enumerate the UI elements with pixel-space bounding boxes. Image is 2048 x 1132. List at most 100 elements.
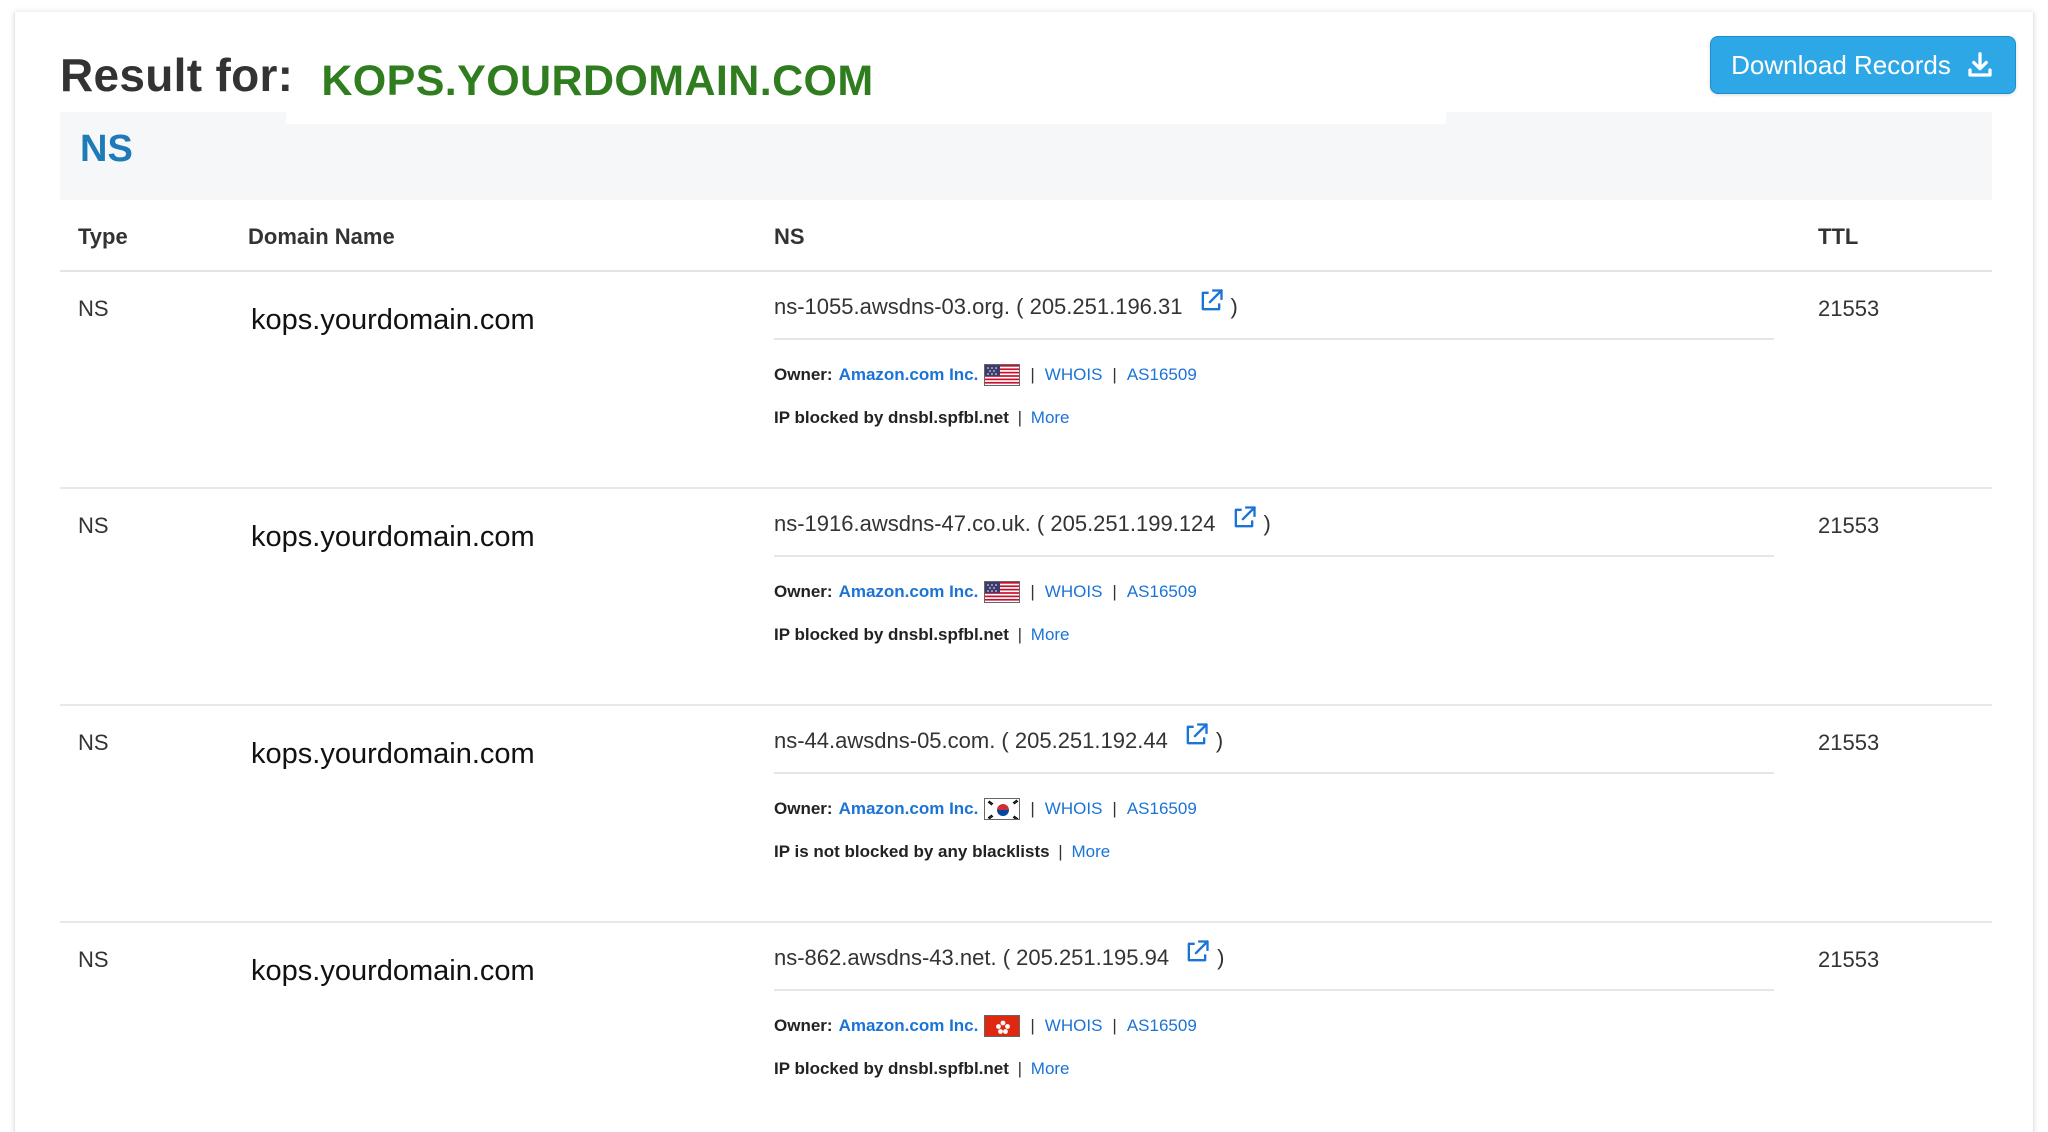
owner-line: Owner: Amazon.com Inc. | WHOIS | AS16509 bbox=[774, 581, 1774, 603]
table-row: NS kops.yourdomain.com ns-862.awsdns-43.… bbox=[60, 923, 1992, 1132]
separator: | bbox=[1112, 799, 1117, 818]
column-header-ttl: TTL bbox=[1818, 224, 1859, 249]
separator: | bbox=[1112, 582, 1117, 601]
as-link[interactable]: AS16509 bbox=[1127, 799, 1197, 819]
ns-value-line: ns-862.awsdns-43.net. ( 205.251.195.94 ) bbox=[774, 939, 1774, 977]
column-header-ns: NS bbox=[774, 224, 805, 249]
external-link-icon[interactable] bbox=[1230, 504, 1258, 532]
whois-link[interactable]: WHOIS bbox=[1045, 799, 1103, 819]
more-link[interactable]: More bbox=[1031, 408, 1070, 427]
blacklist-status: IP blocked by dnsbl.spfbl.net | More bbox=[774, 408, 1774, 428]
ns-details: ns-1055.awsdns-03.org. ( 205.251.196.31 … bbox=[774, 288, 1774, 428]
ns-value-line: ns-1055.awsdns-03.org. ( 205.251.196.31 … bbox=[774, 288, 1774, 326]
separator: | bbox=[1030, 365, 1035, 384]
table-row: NS kops.yourdomain.com ns-1055.awsdns-03… bbox=[60, 272, 1992, 489]
owner-line: Owner: Amazon.com Inc. | WHOIS | AS16509 bbox=[774, 798, 1774, 820]
record-type: NS bbox=[78, 947, 109, 972]
separator: | bbox=[1030, 582, 1035, 601]
section-title: NS bbox=[80, 128, 133, 170]
ns-close-paren: ) bbox=[1215, 728, 1224, 753]
kr-flag-icon bbox=[984, 798, 1021, 820]
record-ttl: 21553 bbox=[1818, 296, 1880, 321]
table-row: NS kops.yourdomain.com ns-44.awsdns-05.c… bbox=[60, 706, 1992, 923]
ns-close-paren: ) bbox=[1217, 945, 1225, 970]
separator: | bbox=[1112, 1016, 1117, 1035]
download-records-button[interactable]: Download Records bbox=[1710, 36, 2016, 94]
ns-details: ns-44.awsdns-05.com. ( 205.251.192.44 ) … bbox=[774, 722, 1774, 862]
record-domain: kops.yourdomain.com bbox=[251, 304, 535, 336]
record-domain: kops.yourdomain.com bbox=[251, 955, 535, 987]
as-link[interactable]: AS16509 bbox=[1127, 365, 1197, 385]
result-domain: KOPS.YOURDOMAIN.COM bbox=[321, 57, 874, 105]
blacklist-status: IP blocked by dnsbl.spfbl.net | More bbox=[774, 625, 1774, 645]
record-ttl: 21553 bbox=[1818, 730, 1880, 755]
owner-link[interactable]: Amazon.com Inc. bbox=[839, 582, 979, 602]
blacklist-status: IP is not blocked by any blacklists | Mo… bbox=[774, 842, 1774, 862]
owner-label: Owner: bbox=[774, 799, 833, 818]
ns-host-ip: ns-44.awsdns-05.com. ( 205.251.192.44 bbox=[774, 728, 1168, 753]
column-header-type: Type bbox=[78, 224, 128, 249]
ns-host-ip: ns-1055.awsdns-03.org. ( 205.251.196.31 bbox=[774, 294, 1183, 319]
blacklist-status-text: IP blocked by dnsbl.spfbl.net bbox=[774, 408, 1009, 427]
more-link[interactable]: More bbox=[1031, 625, 1070, 644]
divider bbox=[774, 338, 1774, 340]
result-heading: Result for: KOPS.YOURDOMAIN.COM bbox=[60, 48, 874, 108]
record-ttl: 21553 bbox=[1818, 513, 1880, 538]
as-link[interactable]: AS16509 bbox=[1127, 1016, 1197, 1036]
blacklist-status-text: IP is not blocked by any blacklists bbox=[774, 842, 1050, 861]
ns-details: ns-1916.awsdns-47.co.uk. ( 205.251.199.1… bbox=[774, 505, 1774, 645]
result-label: Result for: bbox=[60, 49, 294, 101]
external-link-icon[interactable] bbox=[1197, 287, 1225, 315]
ns-section-header: NS bbox=[60, 112, 1992, 200]
owner-label: Owner: bbox=[774, 1016, 833, 1035]
hk-flag-icon bbox=[984, 1015, 1021, 1037]
ns-close-paren: ) bbox=[1263, 511, 1271, 536]
ns-host-ip: ns-1916.awsdns-47.co.uk. ( 205.251.199.1… bbox=[774, 511, 1216, 536]
owner-link[interactable]: Amazon.com Inc. bbox=[839, 799, 979, 819]
separator: | bbox=[1017, 408, 1023, 427]
us-flag-icon bbox=[984, 364, 1021, 386]
blacklist-status: IP blocked by dnsbl.spfbl.net | More bbox=[774, 1059, 1774, 1079]
download-icon bbox=[1968, 52, 1992, 77]
separator: | bbox=[1030, 1016, 1035, 1035]
whois-link[interactable]: WHOIS bbox=[1045, 365, 1103, 385]
owner-link[interactable]: Amazon.com Inc. bbox=[839, 1016, 979, 1036]
whois-link[interactable]: WHOIS bbox=[1045, 1016, 1103, 1036]
blacklist-status-text: IP blocked by dnsbl.spfbl.net bbox=[774, 1059, 1009, 1078]
record-domain: kops.yourdomain.com bbox=[251, 738, 535, 770]
separator: | bbox=[1058, 842, 1063, 861]
ns-value-line: ns-1916.awsdns-47.co.uk. ( 205.251.199.1… bbox=[774, 505, 1774, 543]
download-records-label: Download Records bbox=[1731, 49, 1951, 80]
more-link[interactable]: More bbox=[1031, 1059, 1070, 1078]
separator: | bbox=[1017, 1059, 1023, 1078]
column-header-domain: Domain Name bbox=[248, 224, 395, 249]
record-type: NS bbox=[78, 513, 109, 538]
owner-label: Owner: bbox=[774, 582, 833, 601]
divider bbox=[774, 555, 1774, 557]
record-type: NS bbox=[78, 730, 109, 755]
external-link-icon[interactable] bbox=[1183, 938, 1211, 966]
ns-host-ip: ns-862.awsdns-43.net. ( 205.251.195.94 bbox=[774, 945, 1170, 970]
divider bbox=[774, 989, 1774, 991]
owner-label: Owner: bbox=[774, 365, 833, 384]
owner-line: Owner: Amazon.com Inc. | WHOIS | AS16509 bbox=[774, 1015, 1774, 1037]
external-link-icon[interactable] bbox=[1182, 721, 1210, 749]
records-table: NS kops.yourdomain.com ns-1055.awsdns-03… bbox=[60, 272, 1992, 1132]
separator: | bbox=[1112, 365, 1117, 384]
us-flag-icon bbox=[984, 581, 1021, 603]
ns-close-paren: ) bbox=[1230, 294, 1238, 319]
table-header: Type Domain Name NS TTL bbox=[60, 200, 1992, 272]
blacklist-status-text: IP blocked by dnsbl.spfbl.net bbox=[774, 625, 1009, 644]
more-link[interactable]: More bbox=[1071, 842, 1110, 861]
separator: | bbox=[1030, 799, 1035, 818]
record-domain: kops.yourdomain.com bbox=[251, 521, 535, 553]
record-type: NS bbox=[78, 296, 109, 321]
owner-link[interactable]: Amazon.com Inc. bbox=[839, 365, 979, 385]
whois-link[interactable]: WHOIS bbox=[1045, 582, 1103, 602]
table-row: NS kops.yourdomain.com ns-1916.awsdns-47… bbox=[60, 489, 1992, 706]
as-link[interactable]: AS16509 bbox=[1127, 582, 1197, 602]
ns-value-line: ns-44.awsdns-05.com. ( 205.251.192.44 ) bbox=[774, 722, 1774, 760]
separator: | bbox=[1017, 625, 1023, 644]
owner-line: Owner: Amazon.com Inc. | WHOIS | AS16509 bbox=[774, 364, 1774, 386]
ns-details: ns-862.awsdns-43.net. ( 205.251.195.94 )… bbox=[774, 939, 1774, 1079]
